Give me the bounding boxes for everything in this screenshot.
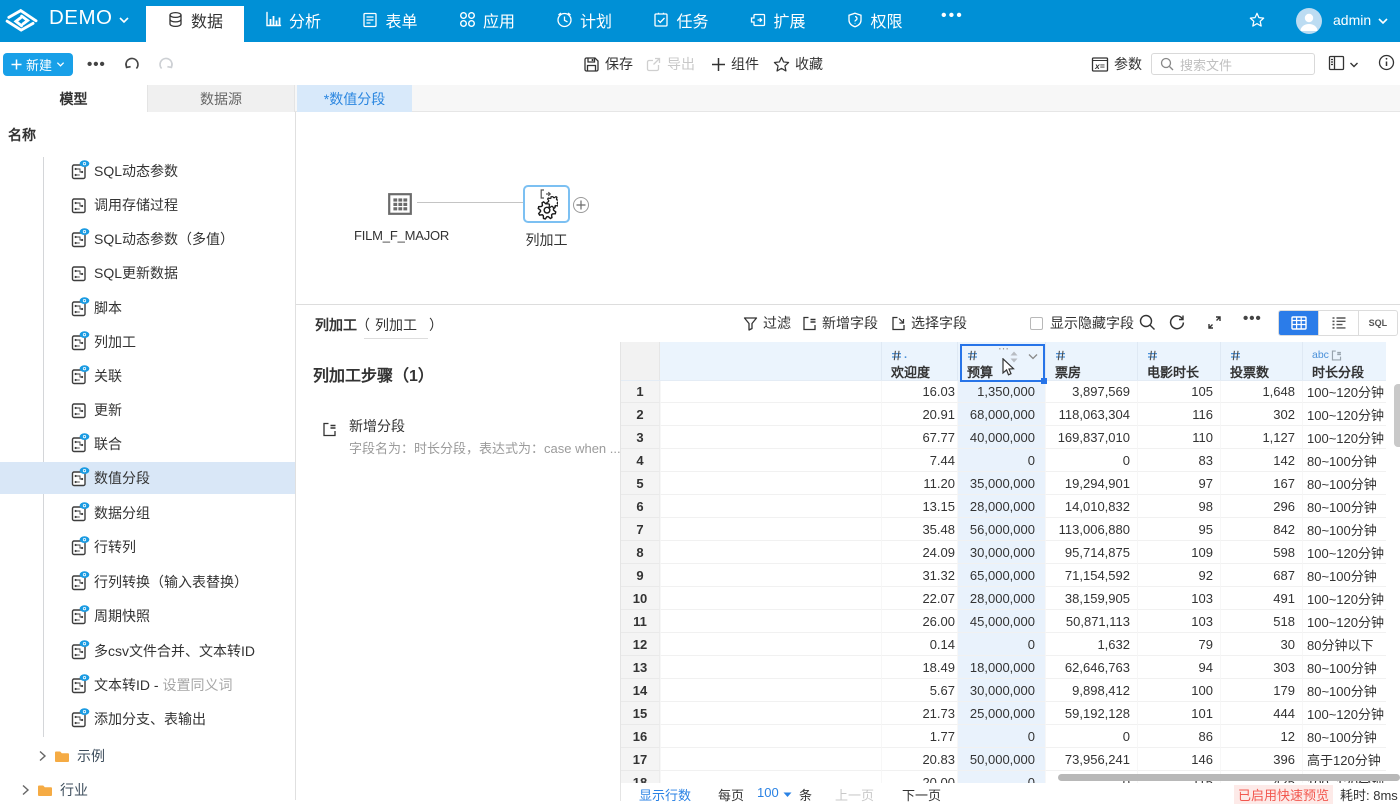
svg-text:x=: x= — [1094, 61, 1105, 71]
